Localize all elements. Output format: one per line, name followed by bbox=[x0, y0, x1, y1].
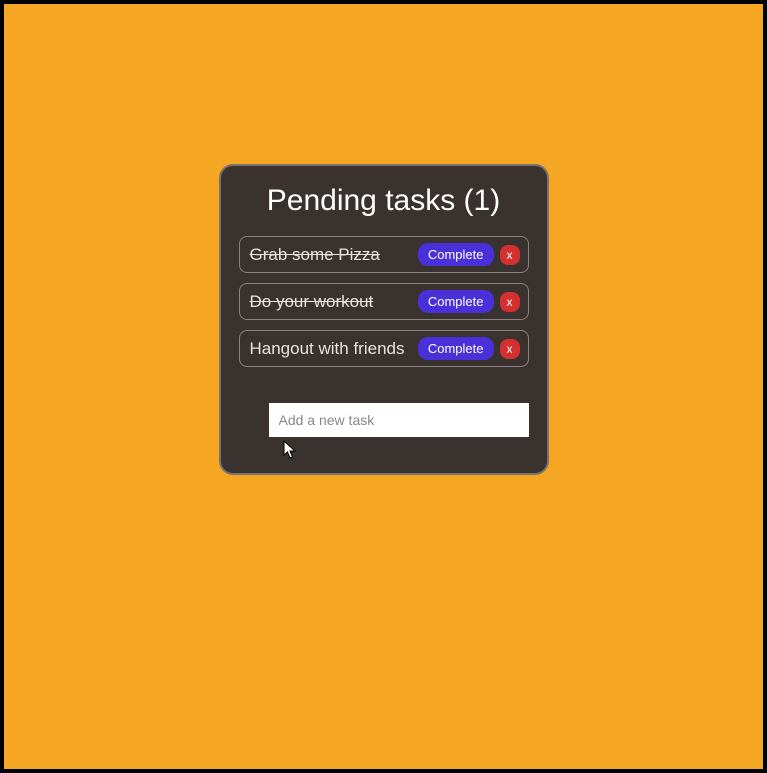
task-row: Hangout with friends Complete x bbox=[239, 330, 529, 367]
complete-button[interactable]: Complete bbox=[418, 337, 494, 360]
delete-button[interactable]: x bbox=[500, 245, 520, 265]
new-task-input-wrap bbox=[239, 403, 529, 437]
new-task-input[interactable] bbox=[269, 403, 529, 437]
app-background: Pending tasks (1) Grab some Pizza Comple… bbox=[4, 4, 763, 769]
complete-button[interactable]: Complete bbox=[418, 243, 494, 266]
task-card: Pending tasks (1) Grab some Pizza Comple… bbox=[219, 164, 549, 475]
task-label: Do your workout bbox=[250, 292, 412, 312]
task-row: Do your workout Complete x bbox=[239, 283, 529, 320]
delete-button[interactable]: x bbox=[500, 339, 520, 359]
task-row: Grab some Pizza Complete x bbox=[239, 236, 529, 273]
task-label: Grab some Pizza bbox=[250, 245, 412, 265]
task-label: Hangout with friends bbox=[250, 339, 412, 359]
delete-button[interactable]: x bbox=[500, 292, 520, 312]
task-list: Grab some Pizza Complete x Do your worko… bbox=[239, 236, 529, 367]
page-title: Pending tasks (1) bbox=[239, 184, 529, 218]
complete-button[interactable]: Complete bbox=[418, 290, 494, 313]
